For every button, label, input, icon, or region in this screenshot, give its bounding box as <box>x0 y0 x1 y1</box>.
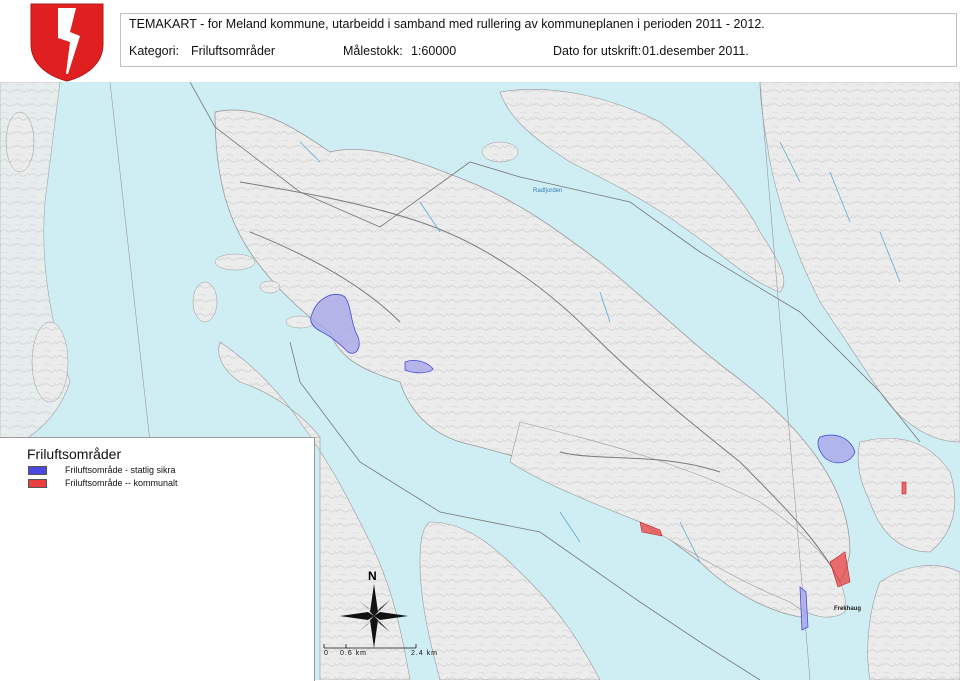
category-label: Kategori: <box>129 44 180 58</box>
legend-item-label: Friluftsområde -- kommunalt <box>65 478 178 488</box>
category-value: Friluftsområder <box>191 44 276 58</box>
map-header: TEMAKART - for Meland kommune, utarbeidd… <box>120 13 957 67</box>
print-date-value: 01.desember 2011. <box>642 44 749 58</box>
place-name-radfjorden: Radfjorden <box>533 188 563 194</box>
scale-tick-0: 0 <box>324 650 329 657</box>
legend-swatch-blue <box>28 466 47 476</box>
legend-swatch-red <box>28 479 47 489</box>
scale-value: 1:60000 <box>411 44 457 58</box>
scale-tick-2: 2.4 km <box>411 650 439 657</box>
legend-title: Friluftsområder <box>27 446 122 462</box>
coat-of-arms-logo <box>28 2 106 82</box>
map-title: TEMAKART - for Meland kommune, utarbeidd… <box>129 17 765 31</box>
north-label: N <box>368 569 377 583</box>
scale-tick-1: 0.6 km <box>340 650 368 657</box>
legend-item-municipal: Friluftsområde -- kommunalt <box>28 478 178 489</box>
legend-item-state-protected: Friluftsområde - statlig sikra <box>28 465 176 476</box>
municipal-area-3 <box>901 481 907 495</box>
protected-area-3 <box>817 434 856 464</box>
place-name-frekhaug: Frekhaug <box>834 606 862 612</box>
scale-bar: 0 0.6 km 2.4 km <box>318 636 458 666</box>
print-date-label: Dato for utskrift: <box>553 44 642 58</box>
legend-item-label: Friluftsområde - statlig sikra <box>65 465 176 475</box>
legend-panel: Friluftsområder Friluftsområde - statlig… <box>0 437 315 681</box>
northeast-land <box>759 82 960 443</box>
scale-label: Målestokk: <box>343 44 403 58</box>
southeast-land <box>867 565 960 680</box>
east-island <box>857 437 956 553</box>
